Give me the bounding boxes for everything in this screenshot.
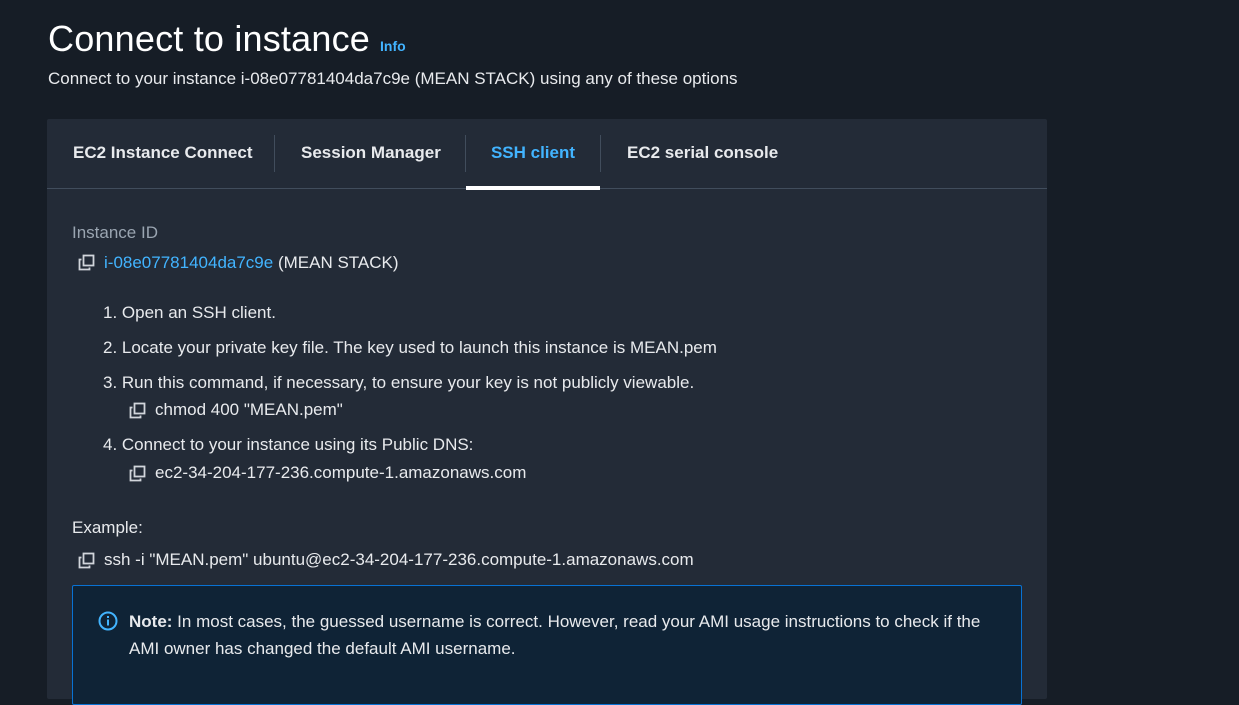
page-subtitle: Connect to your instance i-08e07781404da… <box>48 69 738 88</box>
tab-ec2-serial-console[interactable]: EC2 serial console <box>627 119 797 189</box>
note-label: Note: <box>129 612 173 631</box>
step-3: 3. Run this command, if necessary, to en… <box>103 373 695 392</box>
instance-id-label: Instance ID <box>72 223 158 242</box>
instance-id-link[interactable]: i-08e07781404da7c9e <box>104 253 273 272</box>
info-circle-icon <box>98 611 118 631</box>
copy-icon[interactable] <box>129 402 146 419</box>
tab-session-manager[interactable]: Session Manager <box>301 119 491 189</box>
note-alert: Note: In most cases, the guessed usernam… <box>72 585 1022 705</box>
example-label: Example: <box>72 518 143 537</box>
instance-id-row: i-08e07781404da7c9e (MEAN STACK) <box>104 253 399 273</box>
step-2: 2. Locate your private key file. The key… <box>103 338 717 357</box>
connect-to-instance-page: Connect to instance Info Connect to your… <box>0 0 1239 705</box>
title-row: Connect to instance Info <box>48 18 406 60</box>
copy-icon[interactable] <box>78 552 95 569</box>
step-4: 4. Connect to your instance using its Pu… <box>103 435 474 454</box>
instance-name: (MEAN STACK) <box>277 253 399 272</box>
tab-ssh-client[interactable]: SSH client <box>466 119 600 190</box>
tab-divider <box>600 135 601 172</box>
public-dns: ec2-34-204-177-236.compute-1.amazonaws.c… <box>155 463 527 482</box>
tab-ec2-instance-connect[interactable]: EC2 Instance Connect <box>73 119 276 189</box>
info-link[interactable]: Info <box>380 38 406 54</box>
step-1: 1. Open an SSH client. <box>103 303 276 322</box>
copy-icon[interactable] <box>78 254 95 271</box>
page-title: Connect to instance <box>48 18 370 59</box>
chmod-command: chmod 400 "MEAN.pem" <box>155 400 343 419</box>
tab-divider <box>274 135 275 172</box>
note-body: In most cases, the guessed username is c… <box>129 612 981 658</box>
connect-options-panel: EC2 Instance Connect Session Manager SSH… <box>47 119 1047 705</box>
connect-method-tabs: EC2 Instance Connect Session Manager SSH… <box>47 119 1047 190</box>
note-text: Note: In most cases, the guessed usernam… <box>129 608 989 662</box>
copy-icon[interactable] <box>129 465 146 482</box>
example-command: ssh -i "MEAN.pem" ubuntu@ec2-34-204-177-… <box>104 550 694 569</box>
